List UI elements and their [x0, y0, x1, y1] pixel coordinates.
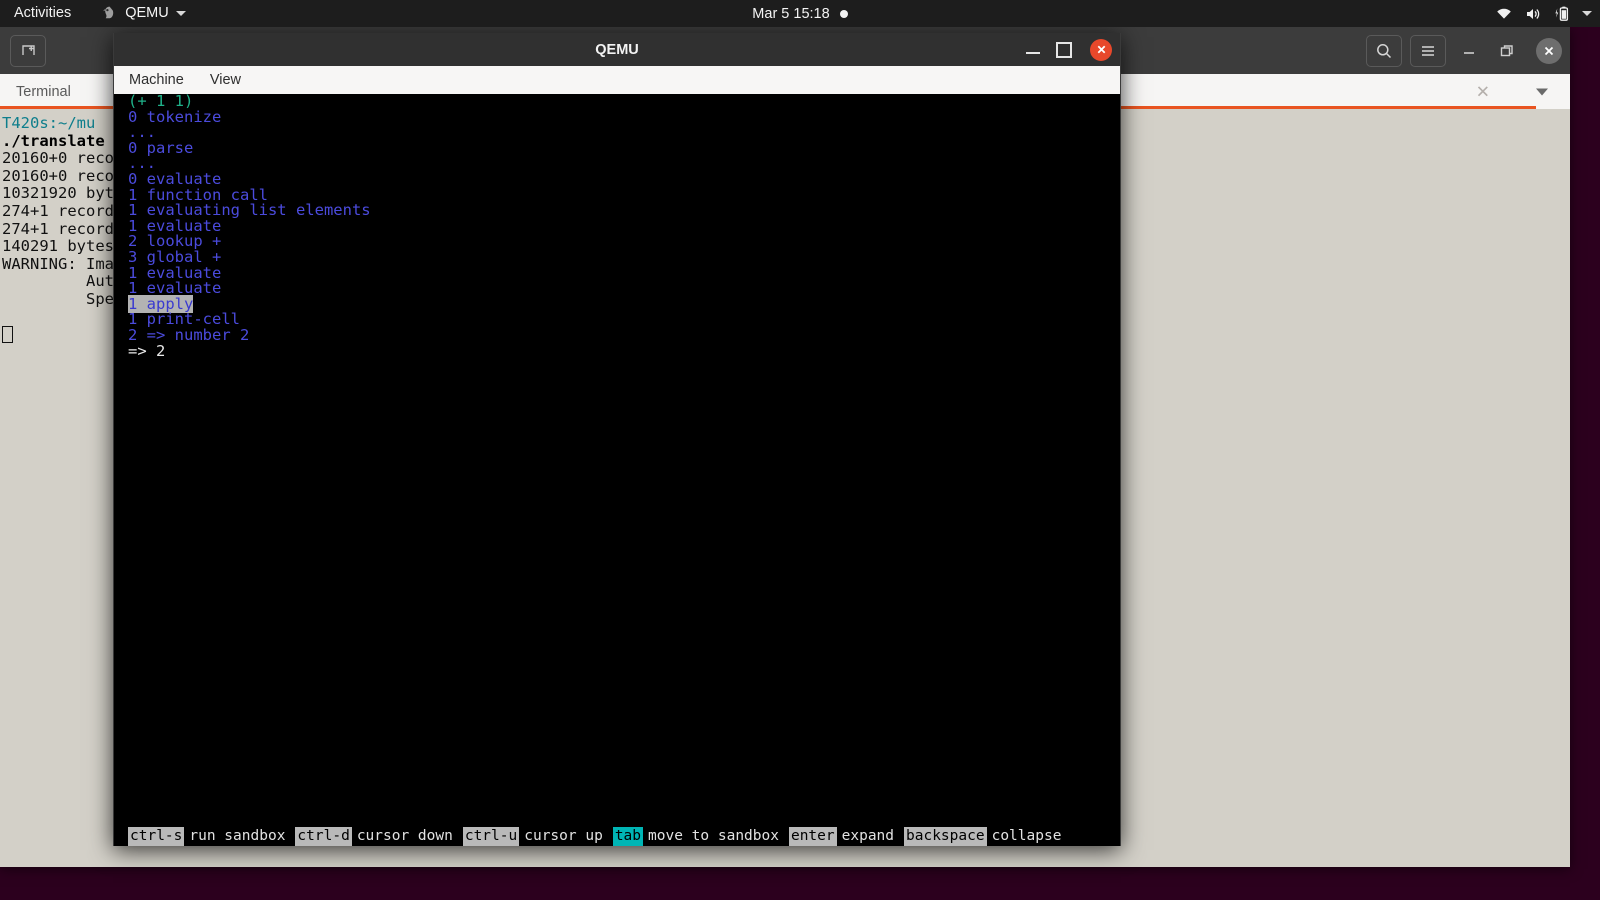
key-hint-label: cursor down — [356, 827, 453, 844]
parrot-glyph — [103, 6, 114, 19]
qemu-menubar: Machine View — [114, 66, 1120, 95]
hamburger-glyph — [1422, 45, 1434, 56]
menu-machine[interactable]: Machine — [126, 70, 187, 90]
terminal-line-text: 274+1 records — [2, 219, 124, 238]
search-glyph — [1377, 43, 1392, 58]
key-hint-key: tab — [612, 826, 644, 846]
key-hint-key: ctrl-d — [295, 826, 352, 846]
key-hint-label: collapse — [991, 827, 1062, 844]
qemu-window[interactable]: QEMU Machine View (+ 1 1) 0 tokenize... 0 … — [113, 33, 1121, 846]
close-icon[interactable] — [1090, 38, 1112, 61]
wifi-icon — [1495, 5, 1513, 23]
app-menu-button[interactable]: QEMU — [93, 0, 194, 27]
qemu-key-hint-bar: ctrl-s run sandbox ctrl-d cursor down ctrl-u… — [114, 826, 1120, 846]
parrot-icon — [101, 5, 118, 22]
console-line: => 2 — [128, 341, 371, 360]
volume-icon — [1524, 5, 1542, 23]
key-hint-label: run sandbox — [189, 827, 286, 844]
key-hint: tab move to sandbox — [612, 826, 789, 846]
close-tab-icon[interactable]: ✕ — [1476, 83, 1490, 100]
headerbar-right-group — [1366, 27, 1562, 74]
volume-glyph — [1527, 8, 1540, 19]
key-hint-key: enter — [788, 826, 837, 846]
terminal-line-text: Auto — [2, 272, 124, 291]
qemu-guest-display[interactable]: (+ 1 1) 0 tokenize... 0 parse... 0 evaluate… — [114, 94, 1120, 846]
qemu-console-output: (+ 1 1) 0 tokenize... 0 parse... 0 evaluate… — [128, 94, 371, 359]
console-line-text: => 2 — [128, 341, 166, 360]
terminal-line-text: T420s:~/mu — [2, 114, 96, 132]
terminal-line-text: 20160+0 recor — [2, 149, 124, 168]
minimize-glyph — [1464, 51, 1474, 54]
restore-glyph — [1500, 44, 1513, 56]
wifi-glyph — [1497, 8, 1511, 19]
qemu-window-title: QEMU — [595, 41, 639, 58]
qemu-window-buttons — [1026, 33, 1112, 66]
new-tab-icon[interactable] — [10, 34, 46, 67]
minimize-icon[interactable] — [1454, 36, 1484, 66]
close-glyph — [1544, 46, 1554, 55]
key-hint: ctrl-u cursor up — [462, 826, 613, 846]
terminal-line-text: ./translate s — [2, 131, 124, 150]
terminal-line-text: 10321920 byte — [2, 184, 124, 203]
maximize-icon[interactable] — [1056, 41, 1072, 58]
minimize-icon[interactable] — [1026, 52, 1040, 54]
cursor-block — [2, 325, 13, 343]
clock-area: Mar 5 15:18 — [0, 0, 1600, 27]
terminal-line-text: 20160+0 recor — [2, 166, 124, 185]
close-icon[interactable] — [1536, 37, 1562, 64]
chevron-down-icon[interactable] — [1536, 88, 1548, 95]
qemu-titlebar[interactable]: QEMU — [114, 33, 1120, 66]
console-line: 0 tokenize — [128, 109, 371, 126]
notification-dot-icon[interactable] — [839, 9, 848, 18]
console-line: 0 parse — [128, 140, 371, 157]
key-hint: enter expand — [788, 826, 904, 846]
headerbar-left-group — [0, 34, 46, 67]
close-glyph — [1097, 45, 1105, 54]
app-menu-label: QEMU — [125, 5, 169, 21]
key-hint-label: move to sandbox — [648, 827, 779, 844]
key-hint: ctrl-d cursor down — [295, 826, 462, 846]
activities-button[interactable]: Activities — [0, 0, 81, 27]
key-hint-label: cursor up — [524, 827, 603, 844]
key-hint-label: expand — [841, 827, 895, 844]
restore-icon[interactable] — [1492, 36, 1522, 66]
gnome-top-bar: Activities QEMU Mar 5 15:18 — [0, 0, 1600, 27]
system-status-area[interactable] — [1495, 0, 1592, 27]
hamburger-menu-icon[interactable] — [1410, 34, 1446, 67]
terminal-line-text: WARNING: Imag — [2, 254, 124, 273]
key-hint-key: ctrl-u — [462, 826, 520, 846]
terminal-line-text: 140291 bytes — [2, 237, 124, 256]
battery-charging-icon — [1553, 5, 1571, 23]
terminal-line-text: 274+1 records — [2, 201, 124, 220]
key-hint-key: backspace — [904, 826, 987, 846]
battery-glyph — [1555, 6, 1569, 21]
new-tab-glyph — [21, 45, 35, 55]
menu-view[interactable]: View — [207, 70, 244, 90]
terminal-line-text: Spec — [2, 289, 124, 308]
key-hint: ctrl-s run sandbox — [128, 826, 295, 846]
chevron-down-icon[interactable] — [175, 11, 186, 16]
key-hint-key: ctrl-s — [128, 826, 185, 846]
search-icon[interactable] — [1366, 34, 1402, 67]
terminal-tab-label: Terminal — [16, 83, 71, 100]
key-hint: backspace collapse — [904, 826, 1071, 846]
clock-label[interactable]: Mar 5 15:18 — [752, 6, 829, 22]
chevron-down-icon[interactable] — [1582, 11, 1592, 16]
desktop-screen: Terminal ✕ T420s:~/mu ./translate s 20160+… — [0, 0, 1600, 900]
